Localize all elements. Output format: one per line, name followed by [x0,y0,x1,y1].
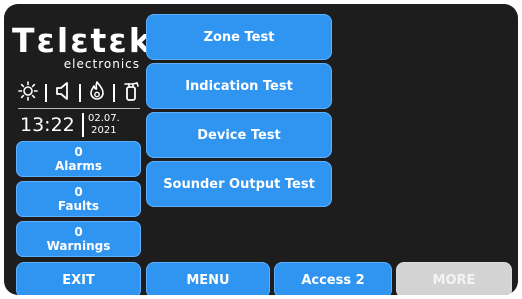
date-separator [82,113,84,137]
warnings-counter-button[interactable]: 0 Warnings [16,221,141,257]
extinguisher-icon [122,81,140,105]
indication-test-button[interactable]: Indication Test [146,63,332,109]
warnings-count: 0 [74,225,83,239]
clock-date: 02.07. 2021 [88,113,120,137]
clock-time: 13:22 [20,114,75,136]
icon-separator [79,84,81,102]
header-divider [18,108,140,109]
alarms-label: Alarms [54,159,103,173]
brand-logo: Tεlεtεk [12,21,153,60]
date-day: 02.07. [88,113,120,124]
icon-separator [113,84,115,102]
faults-counter-button[interactable]: 0 Faults [16,181,141,217]
access-level-button[interactable]: Access 2 [274,262,392,295]
alarms-count: 0 [74,145,83,159]
alarms-counter-button[interactable]: 0 Alarms [16,141,141,177]
sounder-output-test-button[interactable]: Sounder Output Test [146,161,332,207]
faults-label: Faults [57,199,100,213]
brand-subtitle: electronics [63,57,140,71]
date-year: 2021 [91,125,117,136]
sun-icon [18,81,38,105]
menu-button[interactable]: MENU [146,262,270,295]
faults-count: 0 [74,185,83,199]
status-icons-row [18,81,140,105]
more-button[interactable]: MORE [396,262,512,295]
speaker-icon [54,81,72,105]
device-test-button[interactable]: Device Test [146,112,332,158]
panel-screen: Tεlεtεk electronics 13:22 02.07. 2021 0 … [4,4,518,295]
zone-test-button[interactable]: Zone Test [146,14,332,60]
fire-icon [88,81,106,105]
warnings-label: Warnings [46,239,111,253]
icon-separator [45,84,47,102]
exit-button[interactable]: EXIT [16,262,141,295]
